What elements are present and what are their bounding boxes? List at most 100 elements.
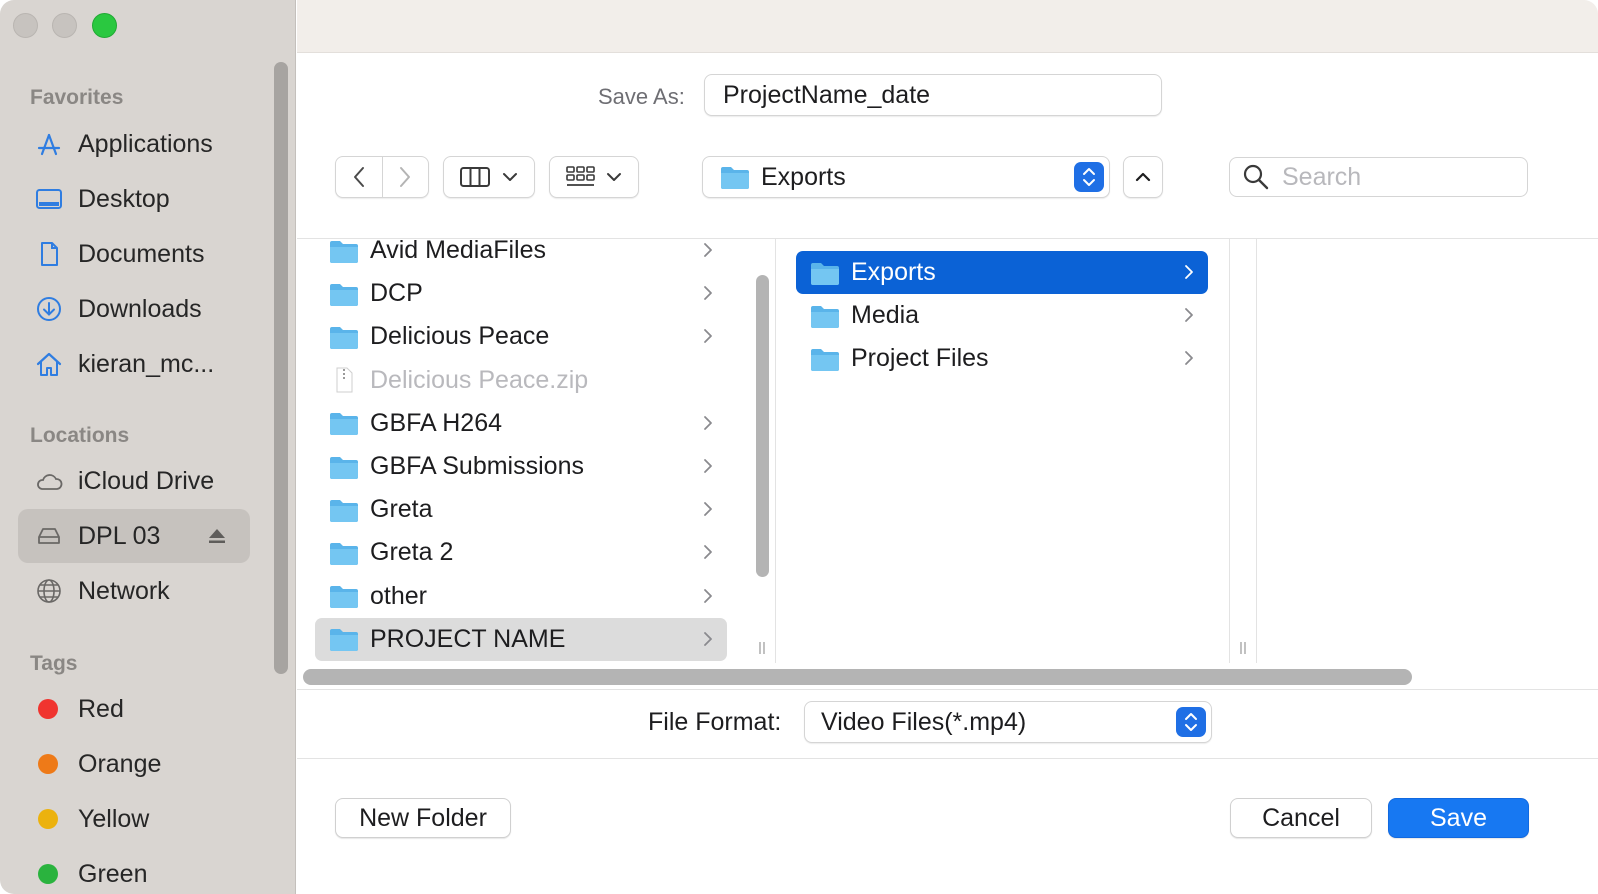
location-label: Exports [761,162,846,191]
column-1-scrollbar[interactable] [756,275,769,577]
globe-icon [34,576,64,606]
row-label: Project Files [851,344,989,373]
chevron-right-icon [704,415,712,430]
location-popup[interactable]: Exports [702,156,1110,198]
save-as-input[interactable] [704,74,1162,116]
up-down-chevron-icon [1185,713,1197,731]
folder-row[interactable]: GBFA H264 [315,402,727,445]
horizontal-scrollbar[interactable] [303,669,1412,685]
cancel-button[interactable]: Cancel [1230,798,1372,838]
sidebar-item-tag-green[interactable]: Green [18,847,250,894]
tags-header: Tags [30,652,78,675]
row-label: GBFA H264 [370,408,503,437]
browser-column-2: Exports Media Project Files [776,239,1229,663]
sidebar-item-tag-red[interactable]: Red [18,682,250,736]
sidebar-item-label: Documents [78,239,205,268]
folder-row[interactable]: other [315,575,727,618]
sidebar-item-home[interactable]: kieran_mc... [18,337,250,391]
sidebar-item-tag-yellow[interactable]: Yellow [18,792,250,846]
grid-icon [566,166,595,186]
minimize-window-button[interactable] [52,13,77,38]
collapse-button[interactable] [1123,156,1163,198]
save-as-label: Save As: [598,84,685,109]
folder-row[interactable]: Exports [796,251,1208,294]
popup-stepper [1176,707,1206,737]
sidebar: Favorites Applications Desktop Documents… [0,0,296,894]
sidebar-item-label: Network [78,576,170,605]
titlebar [297,0,1598,53]
chevron-right-icon [1185,308,1193,323]
sidebar-item-label: DPL 03 [78,521,161,550]
drive-icon [34,521,64,551]
folder-row[interactable]: Media [796,294,1208,337]
row-label: Exports [851,258,936,286]
chevron-right-icon [1185,351,1193,366]
view-mode-button[interactable] [443,156,535,198]
forward-button[interactable] [382,156,428,198]
sidebar-item-tag-orange[interactable]: Orange [18,737,250,791]
folder-row[interactable]: Delicious Peace [315,315,727,358]
column-resize-handle[interactable] [757,641,767,655]
folder-row[interactable]: GBFA Submissions [315,445,727,488]
applications-icon [34,129,64,159]
sidebar-item-downloads[interactable]: Downloads [18,282,250,336]
popup-stepper [1074,162,1104,192]
tag-dot [38,864,58,884]
zoom-window-button[interactable] [92,13,117,38]
folder-row[interactable]: Greta 2 [315,531,727,574]
folder-row[interactable]: PROJECT NAME [315,617,727,661]
tag-dot [38,809,58,829]
sidebar-item-label: Green [78,859,148,888]
row-label: Greta 2 [370,538,454,567]
row-label: Delicious Peace.zip [370,365,589,394]
sidebar-item-desktop[interactable]: Desktop [18,172,250,226]
folder-icon [330,586,358,609]
folder-icon [811,305,839,328]
folder-icon [330,542,358,565]
file-format-popup[interactable]: Video Files(*.mp4) [804,701,1212,743]
folder-row[interactable]: Project Files [796,337,1208,380]
sidebar-item-dpl-03[interactable]: DPL 03 [18,509,250,563]
sidebar-item-label: Red [78,694,124,723]
desktop-icon [34,184,64,214]
new-folder-button[interactable]: New Folder [335,798,511,838]
folder-icon [330,456,358,479]
sidebar-item-network[interactable]: Network [18,564,250,618]
column-resize-handle[interactable] [1238,641,1248,655]
group-by-button[interactable] [549,156,639,198]
zip-file-icon [336,367,353,393]
sidebar-item-documents[interactable]: Documents [18,227,250,281]
file-browser: Avid MediaFiles DCP Delicious Peace Delicio… [297,238,1598,690]
search-field[interactable]: Search [1229,157,1528,197]
tag-dot [38,699,58,719]
chevron-right-icon [704,286,712,301]
folder-icon [330,499,358,522]
tag-dot [38,754,58,774]
sidebar-item-icloud-drive[interactable]: iCloud Drive [18,454,250,508]
chevron-right-icon [704,243,712,257]
save-dialog: Favorites Applications Desktop Documents… [0,0,1598,894]
close-window-button[interactable] [13,13,38,38]
favorites-header: Favorites [30,86,124,109]
column-divider [1229,239,1230,663]
home-icon [34,349,64,379]
folder-row[interactable]: Greta [315,488,727,531]
chevron-right-icon [1185,265,1193,279]
chevron-right-icon [704,459,712,473]
search-icon [1243,164,1269,190]
sidebar-item-applications[interactable]: Applications [18,117,250,171]
row-label: other [370,581,427,610]
locations-header: Locations [30,424,130,447]
eject-icon[interactable] [206,525,228,547]
sidebar-scrollbar[interactable] [274,62,288,674]
back-button[interactable] [336,156,382,198]
folder-icon [330,240,358,263]
divider [297,758,1598,759]
folder-row[interactable]: DCP [315,272,727,315]
file-row[interactable]: Delicious Peace.zip [315,359,727,402]
folder-row[interactable]: Avid MediaFiles [315,239,727,272]
chevron-right-icon [400,167,411,187]
chevron-right-icon [704,631,712,646]
columns-view-icon [460,167,490,187]
save-button[interactable]: Save [1388,798,1529,838]
